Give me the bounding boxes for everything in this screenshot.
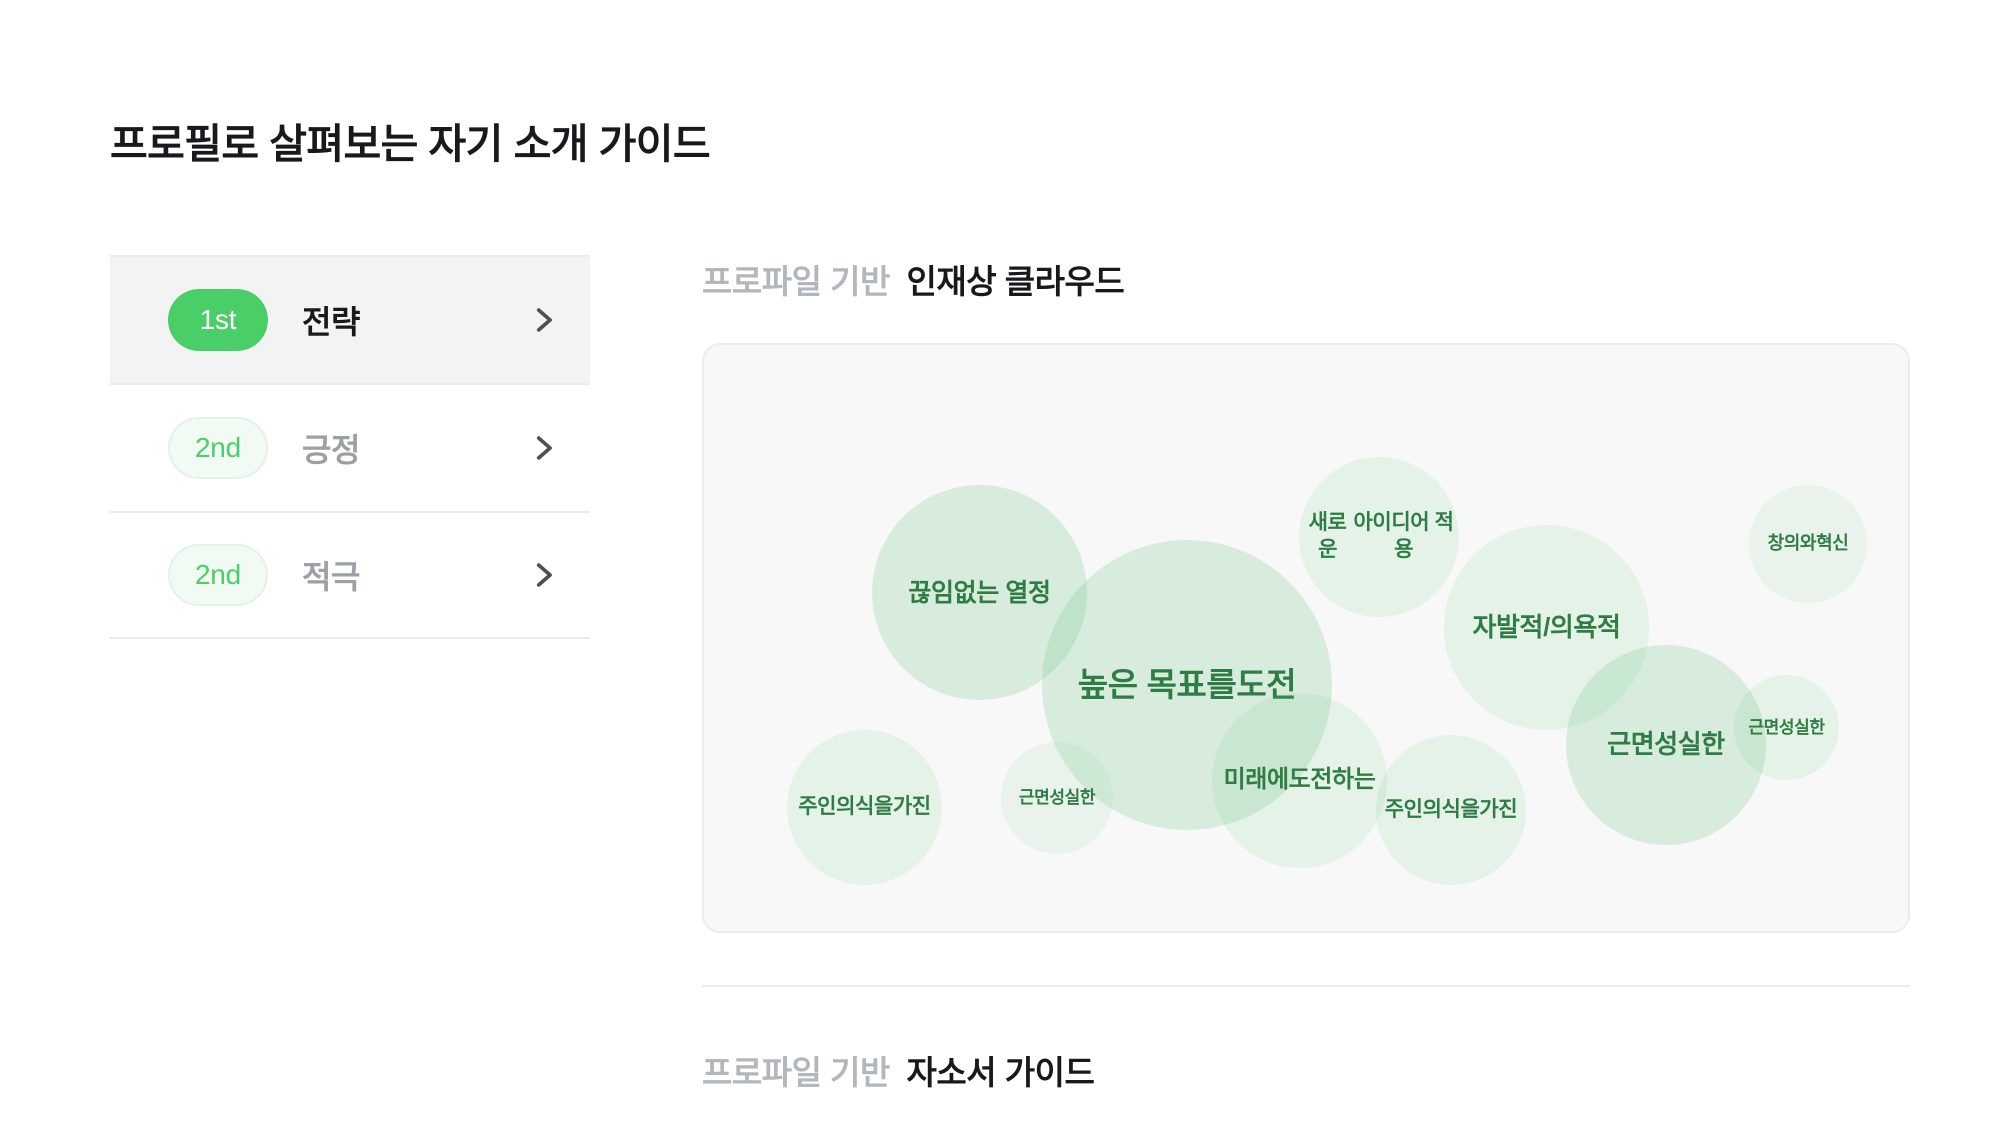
rank-badge: 2nd [168, 417, 268, 479]
sidebar-item-긍정[interactable]: 2nd 긍정 [110, 383, 590, 511]
chevron-right-icon[interactable] [526, 303, 560, 337]
heading-prefix-guide: 프로파일 기반 [702, 1054, 890, 1091]
keyword-bubble[interactable]: 주인의식을 가진 [787, 730, 942, 885]
section-heading-talent-cloud: 프로파일 기반 인재상 클라우드 [702, 255, 1125, 303]
heading-prefix-cloud: 프로파일 기반 [702, 263, 890, 300]
section-heading-resume-guide: 프로파일 기반 자소서 가이드 [702, 1046, 1095, 1094]
sidebar-item-label: 적극 [302, 559, 360, 595]
keyword-bubble[interactable]: 근면성실한 [1566, 645, 1766, 845]
chevron-right-icon[interactable] [526, 558, 560, 592]
keyword-bubble[interactable]: 근면성실한 [1734, 675, 1839, 780]
section-divider [702, 985, 1910, 987]
guide-page: 프로필로 살펴보는 자기 소개 가이드 1st 전략 2nd 긍정 2nd 적극 프로파일… [0, 0, 2016, 1128]
keyword-bubble[interactable]: 근면성실한 [1001, 742, 1113, 854]
heading-main-guide: 자소서 가이드 [906, 1054, 1095, 1091]
rank-badge: 1st [168, 289, 268, 351]
keyword-bubble[interactable]: 주인의식을 가진 [1376, 735, 1526, 885]
sidebar-item-전략[interactable]: 1st 전략 [110, 255, 590, 383]
keyword-bubble[interactable]: 새로운 아이디어 적용 [1299, 457, 1459, 617]
sidebar-item-label: 전략 [302, 304, 360, 340]
trait-rank-list: 1st 전략 2nd 긍정 2nd 적극 [110, 255, 590, 639]
heading-main-cloud: 인재상 클라우드 [906, 263, 1125, 300]
page-title: 프로필로 살펴보는 자기 소개 가이드 [110, 121, 711, 167]
keyword-bubble[interactable]: 창의와 혁신 [1749, 485, 1867, 603]
chevron-right-icon[interactable] [526, 431, 560, 465]
sidebar-item-적극[interactable]: 2nd 적극 [110, 511, 590, 639]
sidebar-item-label: 긍정 [302, 432, 360, 468]
keyword-bubble[interactable]: 미래에 도전하는 [1212, 693, 1387, 868]
talent-keyword-cloud-card: 끊임없는 열정 높은 목표를 도전 새로운 아이디어 적용 자발적/의욕적 창의와 혁신 근면성… [702, 343, 1910, 933]
rank-badge: 2nd [168, 544, 268, 606]
